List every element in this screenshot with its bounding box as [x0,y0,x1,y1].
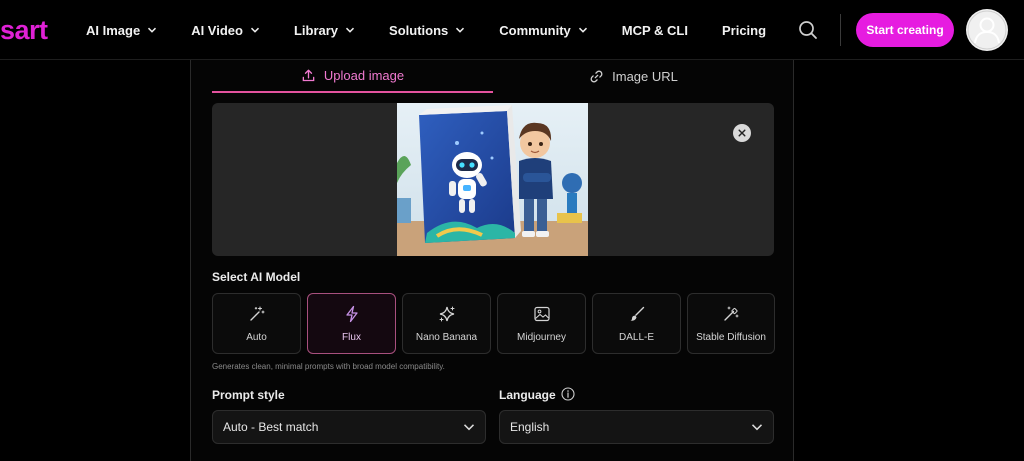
chevron-down-icon [463,424,475,431]
brush-icon [630,306,644,321]
nav-item-label: MCP & CLI [621,22,688,38]
source-tabs: Upload image Image URL [212,60,774,93]
chevron-down-icon [751,424,763,431]
close-icon [738,129,746,137]
image-to-prompt-panel: Upload image Image URL Select AI Model A… [190,60,794,461]
search-icon[interactable] [795,17,821,43]
tab-label: Image URL [612,69,678,84]
nav-item-mcp-cli[interactable]: MCP & CLI [622,23,688,38]
sparkle-icon [439,306,454,321]
model-card-nano-banana[interactable]: Nano Banana [402,293,491,354]
select-ai-model-label: Select AI Model [212,270,301,284]
lightning-icon [345,305,358,322]
nav-item-community[interactable]: Community [499,23,588,38]
image-icon [533,306,550,321]
chevron-down-icon [250,27,259,33]
nav-item-label: AI Image [86,22,141,38]
tab-image-url[interactable]: Image URL [493,60,774,93]
ai-model-selector: Auto Flux Nano Banana Midjourney DALL-E … [212,293,775,354]
model-label: Flux [342,331,361,343]
model-label: DALL-E [618,331,654,343]
remove-image-button[interactable] [733,124,751,142]
prompt-style-value: Auto - Best match [223,420,319,434]
chevron-down-icon [456,27,465,33]
tab-label: Upload image [323,68,405,83]
magic-wand-icon [249,305,265,321]
link-icon [590,70,603,83]
user-icon [967,10,1007,50]
nav-item-ai-video[interactable]: AI Video [191,23,260,38]
chevron-down-icon [578,27,587,33]
nav-item-library[interactable]: Library [294,23,355,38]
nav-item-label: Pricing [721,22,767,38]
wand-sparkle-icon [724,306,739,321]
nav-item-solutions[interactable]: Solutions [389,23,465,38]
prompt-style-label: Prompt style [212,388,285,402]
language-value: English [510,420,550,434]
nav-item-label: Community [499,22,571,38]
model-label: Auto [246,331,267,343]
model-label: Midjourney [517,331,566,343]
nav-item-label: AI Video [191,22,243,38]
model-card-auto[interactable]: Auto [212,293,301,354]
upload-icon [302,69,315,82]
model-label: Stable Diffusion [696,331,766,343]
main-nav: AI Image AI Video Library Solutions Comm… [86,0,800,60]
avatar[interactable] [966,9,1008,51]
start-creating-button[interactable]: Start creating [856,13,954,47]
model-label: Nano Banana [415,331,478,343]
tab-upload-image[interactable]: Upload image [212,60,493,93]
language-select[interactable]: English [499,410,774,444]
chevron-down-icon [346,27,355,33]
model-card-stable-diffusion[interactable]: Stable Diffusion [687,293,775,354]
nav-divider [840,14,841,46]
brand-logo[interactable]: sart [0,15,48,45]
nav-item-label: Library [293,22,339,38]
model-card-dall-e[interactable]: DALL-E [592,293,681,354]
uploaded-image [397,103,588,256]
model-hint-text: Generates clean, minimal prompts with br… [212,362,445,371]
nav-item-label: Solutions [389,22,449,38]
chevron-down-icon [148,27,157,33]
language-label: Language [499,388,556,402]
uploaded-image-preview [212,103,774,256]
nav-item-pricing[interactable]: Pricing [722,23,766,38]
top-navigation-bar: sart AI Image AI Video Library Solutions… [0,0,1024,60]
info-icon[interactable] [561,387,575,401]
model-card-midjourney[interactable]: Midjourney [497,293,586,354]
nav-item-ai-image[interactable]: AI Image [86,23,157,38]
prompt-style-select[interactable]: Auto - Best match [212,410,486,444]
model-card-flux[interactable]: Flux [307,293,396,354]
